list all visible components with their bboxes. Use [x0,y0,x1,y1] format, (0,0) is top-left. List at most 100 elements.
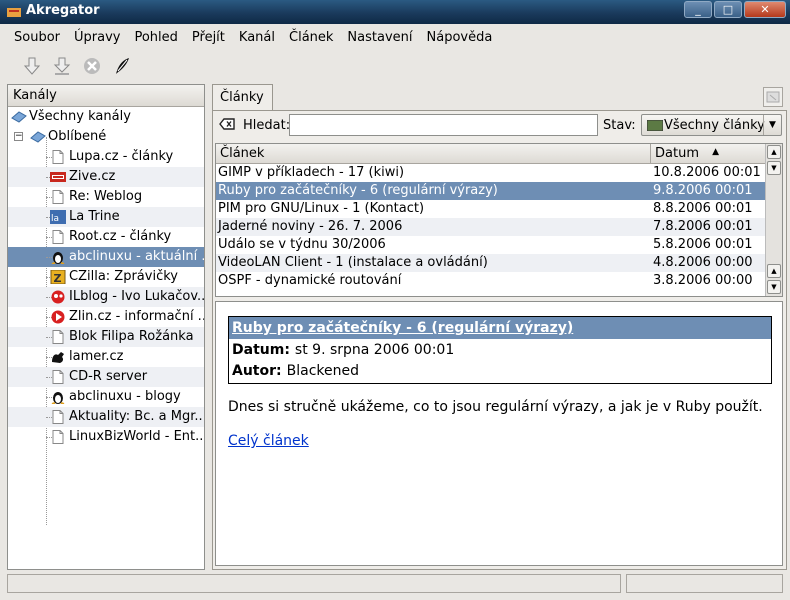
menu-napoveda[interactable]: Nápověda [420,24,500,50]
close-button[interactable]: ✕ [744,1,786,18]
menu-prejit[interactable]: Přejít [185,24,232,50]
sort-ascending-icon: ▲ [712,147,719,157]
tab-articles[interactable]: Články [212,84,273,111]
article-author-row: Autor: Blackened [232,363,359,379]
tree-feed-item[interactable]: Re: Weblog [8,187,204,207]
article-row[interactable]: Událo se v týdnu 30/2006 5.8.2006 00:01 [216,236,765,254]
article-row[interactable]: VideoLAN Client - 1 (instalace a ovládán… [216,254,765,272]
tree-feed-label: Lupa.cz - články [69,149,174,164]
article-row[interactable]: OSPF - dynamické routování 3.8.2006 00:00 [216,272,765,290]
maximize-button[interactable]: □ [714,1,742,18]
tree-feed-item[interactable]: Aktuality: Bc. a Mgr.... [8,407,204,427]
close-tab-icon [766,91,780,103]
clear-search-icon[interactable] [219,117,235,131]
zlin-icon [51,310,65,324]
status-message-area [7,574,621,593]
column-header-date[interactable]: Datum ▲ [651,144,765,164]
full-article-link[interactable]: Celý článek [228,433,309,449]
menu-soubor[interactable]: Soubor [7,24,67,50]
article-list-scrollbar[interactable]: ▲ ▼ ▲ ▼ [765,144,782,296]
menu-kanal[interactable]: Kanál [232,24,282,50]
article-row-title: PIM pro GNU/Linux - 1 (Kontact) [218,201,425,216]
article-row-date: 10.8.2006 00:01 [653,165,761,180]
stop-icon [84,58,100,74]
collapse-toggle[interactable]: − [14,132,23,141]
menu-clanek[interactable]: Článek [282,24,340,50]
page-icon [52,410,64,424]
page-icon [52,230,64,244]
tree-feed-item[interactable]: CD-R server [8,367,204,387]
ilblog-icon [51,290,65,304]
czilla-icon: Z [50,270,66,284]
tree-feed-item[interactable]: Lupa.cz - články [8,147,204,167]
status-progress-area [626,574,783,593]
tree-feed-label: LinuxBizWorld - Ent... [69,429,204,444]
search-label: Hledat: [243,118,291,133]
tree-feed-item[interactable]: lamer.cz [8,347,204,367]
all-articles-icon [647,120,663,131]
article-title[interactable]: Ruby pro začátečníky - 6 (regulární výra… [229,317,771,339]
tree-feed-item[interactable]: LinuxBizWorld - Ent... [8,427,204,447]
tree-feed-label: Re: Weblog [69,189,143,204]
article-row-date: 8.8.2006 00:01 [653,201,753,216]
tree-root-all-feeds[interactable]: Všechny kanály [8,107,204,127]
scroll-up-button[interactable]: ▲ [767,145,781,159]
zive-icon [50,172,66,182]
search-bar: Hledat: Stav: Všechny články ▼ [213,111,788,141]
svg-text:la: la [51,214,59,224]
status-label: Stav: [603,118,636,133]
article-row-date: 9.8.2006 00:01 [653,183,753,198]
column-header-title[interactable]: Článek [216,144,651,164]
fetch-all-feeds-button[interactable] [50,54,74,78]
page-icon [52,430,64,444]
menu-bar: Soubor Úpravy Pohled Přejít Kanál Článek… [0,24,790,50]
menu-pohled[interactable]: Pohled [127,24,184,50]
article-row[interactable]: GIMP v příkladech - 17 (kiwi) 10.8.2006 0… [216,164,765,182]
menu-upravy[interactable]: Úpravy [67,24,127,50]
tree-feed-item[interactable]: la La Trine [8,207,204,227]
article-row-date: 3.8.2006 00:00 [653,273,753,288]
article-row-date: 7.8.2006 00:01 [653,219,753,234]
tree-feed-item[interactable]: abclinuxu - aktuální ... [8,247,204,267]
article-list: Článek Datum ▲ GIMP v příkladech - 17 (k… [215,143,783,297]
article-row[interactable]: PIM pro GNU/Linux - 1 (Kontact) 8.8.2006 … [216,200,765,218]
page-icon [52,150,64,164]
mark-read-button[interactable] [110,54,134,78]
scroll-down-button[interactable]: ▼ [767,161,781,175]
tux-icon [51,392,65,404]
akregator-app-icon [7,8,21,17]
search-input[interactable] [289,114,598,136]
tree-feed-item[interactable]: ILblog - Ivo Lukačov... [8,287,204,307]
scroll-up-button[interactable]: ▲ [767,264,781,278]
article-summary: Dnes si stručně ukážeme, co to jsou regu… [228,399,763,415]
tree-feed-item[interactable]: Z CZilla: Zprávičky [8,267,204,287]
feed-tree-panel: Kanály Všechny kanály − Oblíbené Lupa.cz… [7,84,205,570]
scroll-down-button[interactable]: ▼ [767,280,781,294]
tree-feed-label: Zive.cz [69,169,116,184]
close-tab-button[interactable] [763,87,783,107]
article-row-title: Jaderné noviny - 26. 7. 2006 [218,219,403,234]
folder-feeds-icon [11,111,27,123]
article-row[interactable]: Jaderné noviny - 26. 7. 2006 7.8.2006 00:… [216,218,765,236]
tree-feed-item[interactable]: Zlin.cz - informační ... [8,307,204,327]
tree-feed-item[interactable]: abclinuxu - blogy [8,387,204,407]
tree-feed-item[interactable]: Zive.cz [8,167,204,187]
menu-nastaveni[interactable]: Nastavení [340,24,419,50]
article-row-date: 5.8.2006 00:01 [653,237,753,252]
tree-folder-oblibene[interactable]: − Oblíbené [8,127,204,147]
abort-fetch-button[interactable] [80,54,104,78]
tree-feed-item[interactable]: Blok Filipa Rožánka [8,327,204,347]
toolbar [0,50,790,84]
tree-feed-item[interactable]: Root.cz - články [8,227,204,247]
fetch-feed-button[interactable] [20,54,44,78]
minimize-button[interactable]: _ [684,1,712,18]
article-row-date: 4.8.2006 00:00 [653,255,753,270]
latrine-icon: la [50,210,66,224]
article-header-box: Ruby pro začátečníky - 6 (regulární výra… [228,316,772,384]
tux-icon [51,252,65,264]
articles-panel: Hledat: Stav: Všechny články ▼ Článek Da… [212,110,787,570]
article-row-title: Ruby pro začátečníky - 6 (regulární výra… [218,183,498,198]
article-row[interactable]: Ruby pro začátečníky - 6 (regulární výra… [216,182,765,200]
status-filter-select[interactable]: Všechny články ▼ [641,114,782,136]
article-row-title: OSPF - dynamické routování [218,273,402,288]
